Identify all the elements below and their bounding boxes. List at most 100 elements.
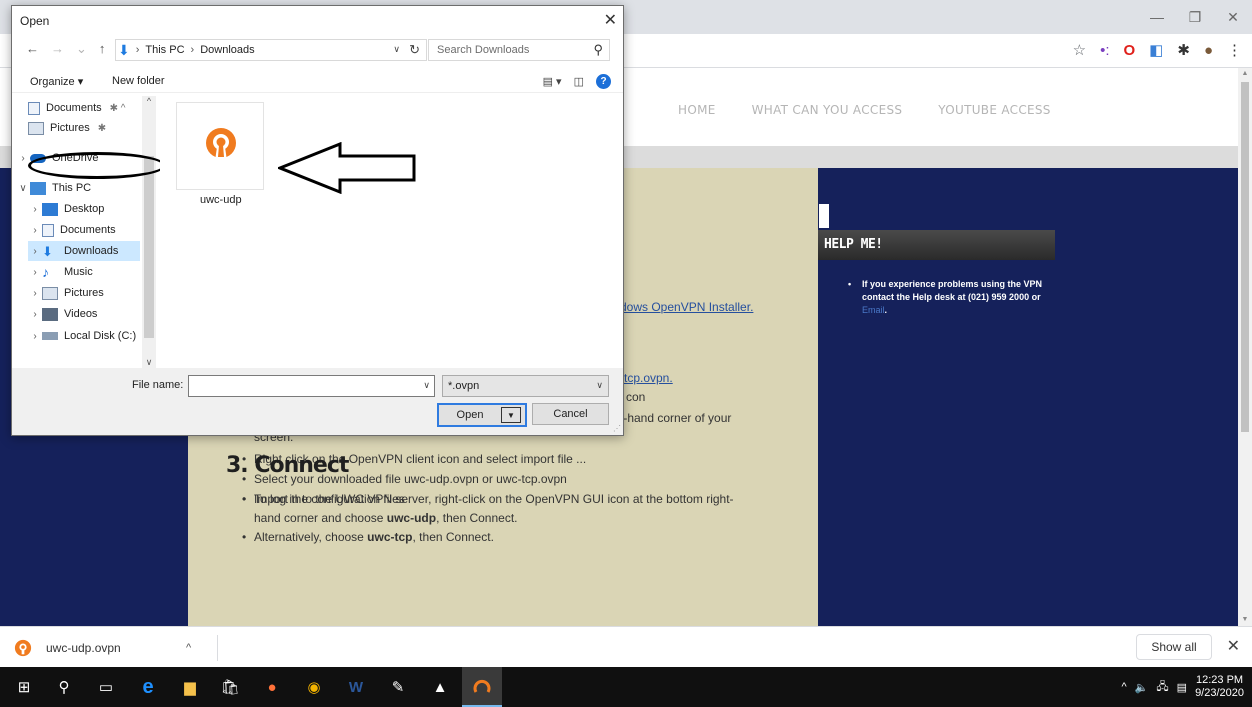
edge-icon[interactable]: e xyxy=(128,667,168,707)
download-item[interactable]: uwc-udp.ovpn ^ xyxy=(8,635,218,661)
word-icon[interactable]: W xyxy=(336,667,376,707)
chevron-right-icon[interactable]: › xyxy=(28,246,42,257)
close-download-bar-icon[interactable]: ✕ xyxy=(1227,636,1240,656)
organize-button[interactable]: Organize ▾ xyxy=(30,75,83,88)
task-view-icon[interactable]: ▭ xyxy=(86,667,126,707)
show-all-button[interactable]: Show all xyxy=(1136,634,1212,660)
network-icon[interactable]: 🖧 xyxy=(1156,678,1168,697)
scroll-thumb[interactable] xyxy=(144,156,154,338)
chrome-icon[interactable]: ◉ xyxy=(294,667,334,707)
chevron-right-icon[interactable]: › xyxy=(28,331,42,342)
address-row: ← → ⌄ ↑ ⬇ › This PC › Downloads ∨ ↻ Sear… xyxy=(12,37,623,63)
pin-icon[interactable]: ✱ ^ xyxy=(110,103,126,114)
scroll-up-icon[interactable]: ▲ xyxy=(1241,70,1249,78)
cancel-button[interactable]: Cancel xyxy=(532,403,609,425)
paint-icon[interactable]: ✎ xyxy=(378,667,418,707)
chevron-right-icon[interactable]: › xyxy=(28,288,42,299)
close-window-button[interactable]: ✕ xyxy=(1214,0,1252,34)
open-split-dropdown-icon[interactable]: ▼ xyxy=(501,407,521,423)
photos-icon[interactable]: ▲ xyxy=(420,667,460,707)
chevron-right-icon[interactable]: › xyxy=(16,153,30,164)
scroll-thumb[interactable] xyxy=(1241,82,1249,432)
firefox-icon[interactable]: ● xyxy=(252,667,292,707)
restore-button[interactable]: ❐ xyxy=(1176,0,1214,34)
scroll-up-icon[interactable]: ^ xyxy=(142,96,156,106)
profile-avatar-icon[interactable]: ● xyxy=(1204,42,1213,60)
breadcrumb-this-pc[interactable]: This PC xyxy=(145,44,184,56)
breadcrumb-downloads[interactable]: Downloads xyxy=(200,44,254,56)
email-link[interactable]: Email xyxy=(862,305,885,315)
volume-icon[interactable]: 🔈 xyxy=(1135,681,1149,694)
tree-item-pictures-quick[interactable]: Pictures ✱ xyxy=(28,118,106,138)
nav-youtube-access[interactable]: YOUTUBE ACCESS xyxy=(938,103,1050,117)
chevron-down-icon[interactable]: ∨ xyxy=(423,380,430,391)
extension-dots-icon[interactable]: •: xyxy=(1100,42,1109,60)
search-input[interactable]: Search Downloads ⚲ xyxy=(428,39,610,61)
tree-item-videos[interactable]: › Videos xyxy=(28,304,97,324)
openvpn-taskbar-icon[interactable] xyxy=(462,667,502,707)
menu-dots-icon[interactable]: ⋮ xyxy=(1227,42,1242,60)
chevron-right-icon[interactable]: › xyxy=(28,309,42,320)
drive-icon xyxy=(42,332,58,340)
tree-item-documents[interactable]: › Documents xyxy=(28,220,116,240)
tree-item-music[interactable]: › ♪ Music xyxy=(28,262,92,282)
new-folder-button[interactable]: New folder xyxy=(112,75,165,87)
window-controls: — ❐ ✕ xyxy=(1138,0,1252,34)
windows-start-icon[interactable]: ⊞ xyxy=(4,667,44,707)
scroll-down-icon[interactable]: ▼ xyxy=(1241,616,1249,624)
opera-icon[interactable]: O xyxy=(1124,42,1136,60)
tree-item-local-disk[interactable]: › Local Disk (C:) xyxy=(28,326,136,346)
file-type-select[interactable]: *.ovpn ∨ xyxy=(442,375,609,397)
close-icon[interactable]: ✕ xyxy=(604,10,617,30)
tree-item-downloads[interactable]: › ⬇ Downloads xyxy=(28,241,140,261)
scroll-down-icon[interactable]: ∨ xyxy=(142,357,156,368)
help-icon[interactable]: ? xyxy=(596,73,611,89)
nav-pane-scrollbar[interactable]: ^ ∨ xyxy=(142,96,156,368)
chevron-down-icon[interactable]: ∨ xyxy=(16,183,30,194)
tcp-link[interactable]: -tcp.ovpn. xyxy=(620,371,673,385)
nav-home[interactable]: HOME xyxy=(678,103,716,117)
search-icon: ⚲ xyxy=(593,42,603,57)
forward-arrow-icon[interactable]: → xyxy=(51,41,64,57)
downloads-folder-icon: ⬇ xyxy=(118,41,130,58)
store-icon[interactable]: 🛍 xyxy=(210,667,250,707)
open-button[interactable]: Open ▼ xyxy=(437,403,527,427)
resize-grip-icon[interactable]: ⋰ xyxy=(613,424,621,433)
up-arrow-icon[interactable]: ↑ xyxy=(99,41,106,57)
file-name-input[interactable]: ∨ xyxy=(188,375,435,397)
change-view-icon[interactable]: ▤ ▾ xyxy=(543,75,562,88)
notification-icon[interactable]: ▤ xyxy=(1177,681,1187,694)
refresh-icon[interactable]: ↻ xyxy=(409,42,420,58)
pin-icon[interactable]: ✱ xyxy=(98,123,106,134)
tree-item-this-pc[interactable]: ∨ This PC xyxy=(16,178,91,198)
connect-udp-bold: uwc-udp xyxy=(386,511,437,525)
tree-item-desktop[interactable]: › Desktop xyxy=(28,199,104,219)
puzzle-icon[interactable]: ✱ xyxy=(1177,42,1190,60)
page-scrollbar[interactable]: ▲ ▼ xyxy=(1238,68,1252,626)
recent-dropdown-icon[interactable]: ⌄ xyxy=(76,41,87,57)
file-explorer-icon[interactable]: ▆ xyxy=(170,667,210,707)
chevron-up-icon[interactable]: ^ xyxy=(1122,681,1127,693)
chevron-up-icon[interactable]: ^ xyxy=(186,642,191,654)
star-icon[interactable]: ☆ xyxy=(1073,42,1086,60)
address-bar[interactable]: ⬇ › This PC › Downloads ∨ ↻ xyxy=(115,39,427,61)
tree-item-pictures[interactable]: › Pictures xyxy=(28,283,104,303)
tree-item-documents-quick[interactable]: Documents ✱ ^ xyxy=(28,98,126,118)
view-controls: ▤ ▾ ◫ ? xyxy=(543,71,611,91)
back-arrow-icon[interactable]: ← xyxy=(26,41,39,57)
list-item: Alternatively, choose uwc-tcp, then Conn… xyxy=(242,528,774,547)
minimize-button[interactable]: — xyxy=(1138,0,1176,34)
nav-what-can-you-access[interactable]: WHAT CAN YOU ACCESS xyxy=(752,103,903,117)
chevron-right-icon[interactable]: › xyxy=(28,225,42,236)
chevron-right-icon[interactable]: › xyxy=(28,204,42,215)
dialog-title-bar[interactable]: Open ✕ xyxy=(12,6,623,35)
installer-link[interactable]: dows OpenVPN Installer. xyxy=(620,300,753,314)
file-item-uwc-udp[interactable] xyxy=(176,102,264,190)
extension-icon[interactable]: ◧ xyxy=(1149,42,1163,60)
chevron-right-icon[interactable]: › xyxy=(28,267,42,278)
clock[interactable]: 12:23 PM 9/23/2020 xyxy=(1195,674,1244,700)
chevron-down-icon[interactable]: ∨ xyxy=(393,44,400,55)
preview-pane-icon[interactable]: ◫ xyxy=(574,75,584,88)
search-icon[interactable]: ⚲ xyxy=(44,667,84,707)
file-name-label: uwc-udp xyxy=(200,194,242,206)
